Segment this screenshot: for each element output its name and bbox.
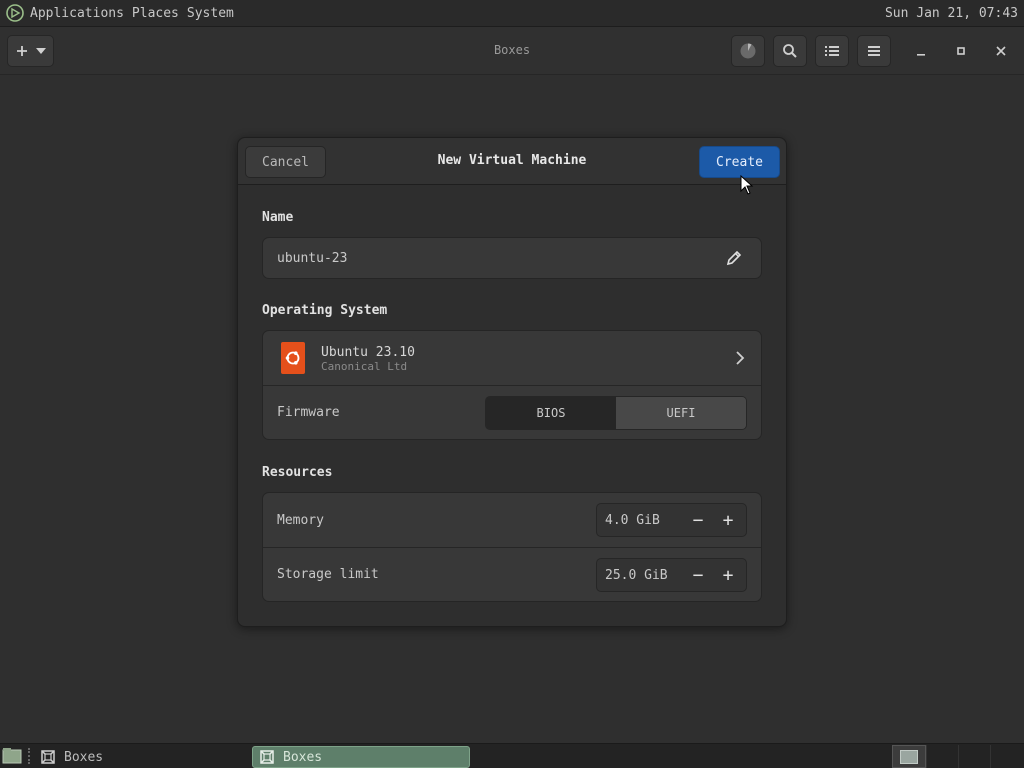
- progress-icon: [740, 43, 756, 59]
- hamburger-icon: [868, 46, 880, 56]
- os-vendor: Canonical Ltd: [321, 360, 408, 373]
- taskbar-item-boxes-active[interactable]: Boxes: [252, 746, 470, 768]
- resources-section-label: Resources: [262, 465, 333, 480]
- taskbar-item-label: Boxes: [283, 749, 323, 765]
- taskbar-handle[interactable]: [28, 748, 32, 764]
- close-button[interactable]: [991, 41, 1011, 61]
- storage-spinner[interactable]: 25.0 GiB − +: [596, 558, 747, 592]
- pencil-icon[interactable]: [725, 249, 743, 267]
- main-menu-button[interactable]: [857, 35, 891, 67]
- menu-logo-icon[interactable]: [4, 2, 26, 24]
- resources-card: Memory 4.0 GiB − + Storage limit 25.0 Gi…: [262, 492, 762, 602]
- top-panel: Applications Places System Sun Jan 21, 0…: [0, 0, 1024, 27]
- firmware-row: Firmware BIOS UEFI: [263, 385, 761, 439]
- os-name: Ubuntu 23.10: [321, 345, 415, 360]
- storage-value[interactable]: 25.0 GiB: [605, 568, 683, 583]
- workspace-1[interactable]: [892, 745, 926, 768]
- memory-label: Memory: [277, 512, 324, 528]
- search-button[interactable]: [773, 35, 807, 67]
- new-vm-dialog: Cancel New Virtual Machine Create Name u…: [237, 137, 787, 627]
- dialog-header: Cancel New Virtual Machine Create: [238, 138, 786, 185]
- workspace-2[interactable]: [926, 745, 958, 768]
- os-section-label: Operating System: [262, 303, 388, 318]
- headerbar: Boxes: [0, 27, 1024, 75]
- minimize-button[interactable]: [911, 41, 931, 61]
- show-desktop-icon[interactable]: [2, 747, 22, 765]
- os-card: Ubuntu 23.10 Canonical Ltd Firmware BIOS…: [262, 330, 762, 440]
- storage-increase-button[interactable]: +: [713, 560, 743, 590]
- close-icon: [996, 46, 1006, 56]
- storage-label: Storage limit: [277, 567, 379, 582]
- maximize-icon: [957, 47, 965, 55]
- os-row[interactable]: Ubuntu 23.10 Canonical Ltd: [263, 331, 761, 385]
- memory-increase-button[interactable]: +: [713, 505, 743, 535]
- list-view-button[interactable]: [815, 35, 849, 67]
- maximize-button[interactable]: [951, 41, 971, 61]
- name-field[interactable]: ubuntu-23: [262, 237, 762, 279]
- boxes-app-icon: [41, 750, 55, 764]
- downloads-button[interactable]: [731, 35, 765, 67]
- create-button[interactable]: Create: [699, 146, 780, 178]
- menu-applications[interactable]: Applications: [30, 6, 124, 21]
- memory-spinner[interactable]: 4.0 GiB − +: [596, 503, 747, 537]
- minimize-icon: [917, 54, 925, 56]
- list-view-icon: [825, 46, 839, 56]
- chevron-right-icon: [736, 351, 745, 365]
- workspace-window-thumbnail: [900, 750, 918, 764]
- firmware-label: Firmware: [277, 405, 340, 420]
- firmware-toggle[interactable]: BIOS UEFI: [485, 396, 747, 430]
- workspace-4[interactable]: [990, 745, 1022, 768]
- mouse-cursor-icon: [740, 175, 754, 195]
- boxes-app-icon: [260, 750, 274, 764]
- menu-system[interactable]: System: [187, 6, 234, 21]
- storage-decrease-button[interactable]: −: [683, 560, 713, 590]
- clock[interactable]: Sun Jan 21, 07:43: [885, 6, 1018, 21]
- firmware-uefi-option[interactable]: UEFI: [616, 397, 746, 429]
- name-section-label: Name: [262, 210, 294, 225]
- taskbar-item-boxes[interactable]: Boxes: [34, 746, 244, 768]
- workspace-3[interactable]: [958, 745, 990, 768]
- storage-row: Storage limit 25.0 GiB − +: [263, 547, 761, 601]
- memory-row: Memory 4.0 GiB − +: [263, 493, 761, 547]
- menu-places[interactable]: Places: [132, 6, 179, 21]
- taskbar: Boxes Boxes: [0, 743, 1024, 768]
- taskbar-item-label: Boxes: [64, 749, 104, 765]
- search-icon: [783, 44, 797, 58]
- memory-value[interactable]: 4.0 GiB: [605, 513, 683, 528]
- ubuntu-icon: [281, 342, 305, 374]
- memory-decrease-button[interactable]: −: [683, 505, 713, 535]
- name-value[interactable]: ubuntu-23: [277, 251, 347, 266]
- firmware-bios-option[interactable]: BIOS: [486, 397, 616, 429]
